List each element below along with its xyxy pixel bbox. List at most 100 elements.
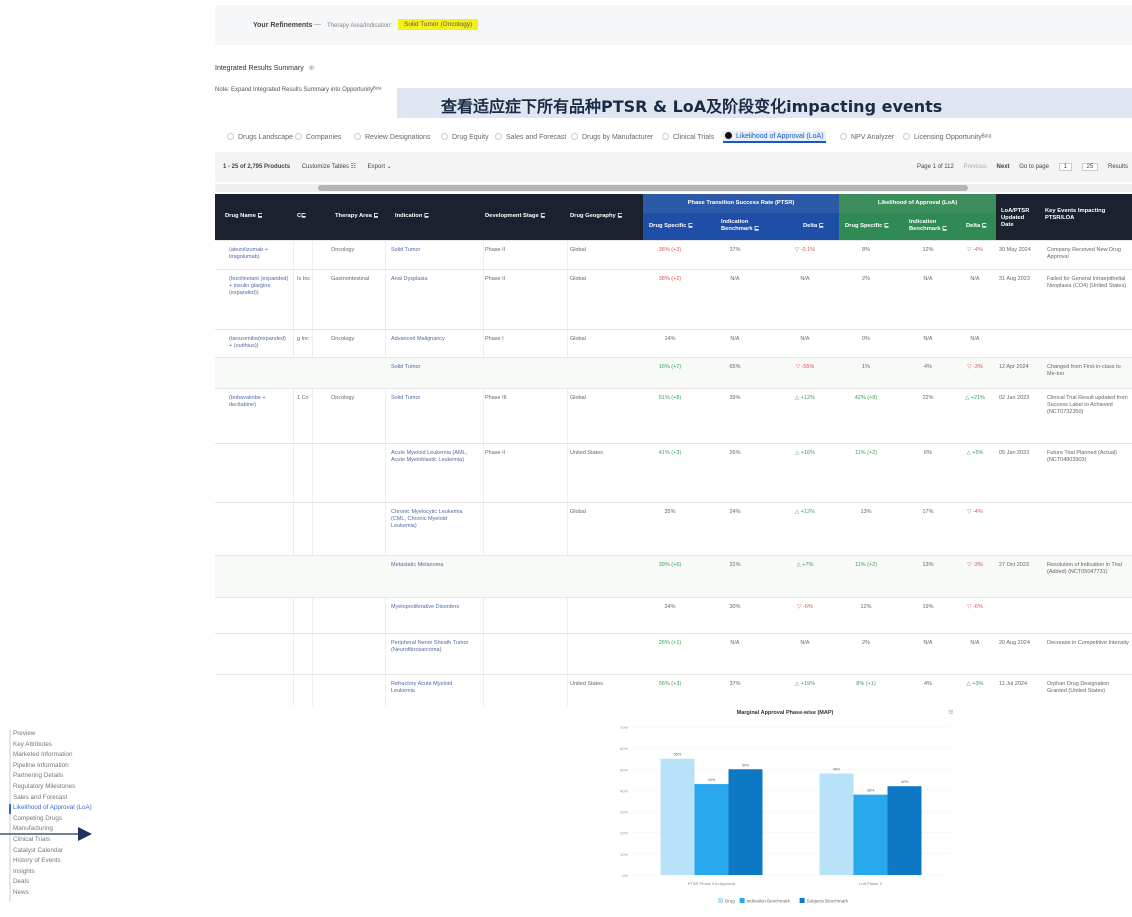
cell-drug[interactable]: (tarozomibe(expanded) + (outthius)) <box>229 336 289 350</box>
cell-indication[interactable]: Anal Dysplasia <box>391 276 471 283</box>
nav-item-insights[interactable]: Insights <box>13 868 35 875</box>
tab-clinical-trials[interactable]: Clinical Trials <box>662 133 714 141</box>
export-button[interactable]: Export ⌄ <box>368 164 392 170</box>
expand-icon[interactable]: ⊕ <box>309 65 315 72</box>
tab-likelihood-of-approval[interactable]: Likelihood of Approval (LoA) <box>723 131 826 143</box>
tab-review-designations[interactable]: Review Designations <box>354 133 430 141</box>
col-indication[interactable]: Indication ⊑ <box>395 213 429 220</box>
bar-subjects-benchmark <box>887 786 922 875</box>
table-row[interactable]: (fezolinetant (expanded) + insulin glarg… <box>215 269 1132 329</box>
goto-page-input[interactable]: 1 <box>1058 163 1072 171</box>
cell-p-bench: 39% <box>729 395 741 401</box>
map-chart: Marginal Approval Phase-wise (MAP) ≡ 70% 60… <box>600 705 970 910</box>
cell-indication[interactable]: Solid Tumor <box>391 395 471 402</box>
cell-l-drug: 42% (+8) <box>854 395 878 401</box>
nav-item-competing-drugs[interactable]: Competing Drugs <box>13 815 62 822</box>
nav-item-regulatory-milestones[interactable]: Regulatory Milestones <box>13 783 75 790</box>
radio-icon <box>227 133 234 140</box>
col-ptsr-indication-benchmark[interactable]: Indication Benchmark ⊑ <box>721 219 761 233</box>
bar-indication-benchmark <box>853 794 888 875</box>
col-loa-indication-benchmark[interactable]: Indication Benchmark ⊑ <box>909 219 949 233</box>
page-indicator: Page 1 of 112 <box>916 164 954 170</box>
refinement-tag[interactable]: Solid Tumor (Oncology) <box>398 19 479 30</box>
nav-item-news[interactable]: News <box>13 889 29 896</box>
cell-indication[interactable]: Solid Tumor <box>391 247 471 254</box>
nav-item-deals[interactable]: Deals <box>13 878 29 885</box>
bar-drug <box>819 773 854 875</box>
cell-date: 27 Oct 2023 <box>999 562 1029 568</box>
table-row[interactable]: Peripheral Nerve Sheath Tumor (Neurofibr… <box>215 633 1132 674</box>
horizontal-scrollbar[interactable] <box>215 184 1132 192</box>
cell-indication[interactable]: Chronic Myelocytic Leukemia (CML, Chroni… <box>391 509 471 530</box>
nav-item-partnering-details[interactable]: Partnering Details <box>13 772 63 779</box>
cell-indication[interactable]: Myeloproliferative Disorders <box>391 604 471 611</box>
tab-companies[interactable]: Companies <box>295 133 341 141</box>
col-ptsr-drug-specific[interactable]: Drug Specific ⊑ <box>649 223 693 230</box>
nav-item-catalyst-calendar[interactable]: Catalyst Calendar <box>13 847 63 854</box>
cell-date: 02 Jan 2023 <box>999 395 1030 401</box>
col-drug-name[interactable]: Drug Name ⊑ <box>225 213 262 220</box>
col-ptsr-delta[interactable]: Delta ⊑ <box>803 223 824 230</box>
cell-l-delta: N/A <box>970 336 980 342</box>
nav-item-history-of-events[interactable]: History of Events <box>13 857 61 864</box>
table-row[interactable]: (tarozomibe(expanded) + (outthius)) g Inc… <box>215 329 1132 357</box>
cell-drug[interactable]: (fezolinetant (expanded) + insulin glarg… <box>229 276 289 297</box>
cell-p-delta: △ +12% <box>795 395 815 401</box>
cell-drug[interactable]: (atezolizumab + tiragolumab) <box>229 247 289 261</box>
col-key-events[interactable]: Key Events Impacting PTSR/LOA <box>1045 208 1125 222</box>
y-tick-label: 0% <box>622 873 628 878</box>
tab-drugs-by-manufacturer[interactable]: Drugs by Manufacturer <box>571 133 653 141</box>
cell-date: 11 Jul 2024 <box>999 681 1028 687</box>
customize-tables-button[interactable]: Customize Tables ☷ <box>302 164 356 170</box>
results-count: 1 - 25 of 2,795 Products <box>223 164 291 170</box>
tab-licensing-opportunity[interactable]: Licensing Opportunityᴮᵉᵗᵃ <box>903 133 991 141</box>
cell-drug[interactable]: (bobavatinbe + decitabine) <box>229 395 289 409</box>
cell-company: 1 Co <box>297 395 309 401</box>
table-row[interactable]: (atezolizumab + tiragolumab) Oncology Soli… <box>215 240 1132 269</box>
nav-item-key-attributes[interactable]: Key Attributes <box>13 741 52 748</box>
table-row[interactable]: (bobavatinbe + decitabine) 1 Co Oncology So… <box>215 388 1132 443</box>
per-page-select[interactable]: 25 <box>1081 163 1099 171</box>
col-loa-updated-date[interactable]: LoA/PTSR Updated Date <box>1001 208 1037 229</box>
cell-event: Failed for General Intraepithelial Neopl… <box>1047 276 1127 289</box>
col-company[interactable]: C⊑ <box>297 213 306 220</box>
cell-l-bench: 17% <box>922 509 934 515</box>
nav-item-pipeline-information[interactable]: Pipeline Information <box>13 762 69 769</box>
nav-item-preview[interactable]: Preview <box>13 730 35 737</box>
nav-item-marketed-information[interactable]: Marketed Information <box>13 751 73 758</box>
table-row[interactable]: Acute Myeloid Leukemia (AML, Acute Myelo… <box>215 443 1132 502</box>
tab-npv-analyzer[interactable]: NPV Analyzer <box>840 133 894 141</box>
tab-drug-equity[interactable]: Drug Equity <box>441 133 489 141</box>
table-row[interactable]: Refractory Acute Myeloid Leukemia United … <box>215 674 1132 706</box>
col-drug-geography[interactable]: Drug Geography ⊑ <box>570 213 622 220</box>
next-button[interactable]: Next <box>997 164 1010 170</box>
previous-button[interactable]: Previous <box>964 164 987 170</box>
table-row[interactable]: Chronic Myelocytic Leukemia (CML, Chroni… <box>215 502 1132 555</box>
radio-icon <box>495 133 502 140</box>
cell-indication[interactable]: Advanced Malignancy <box>391 336 471 343</box>
table-row[interactable]: Myeloproliferative Disorders 24% 30% ▽ -6% 1… <box>215 597 1132 633</box>
cell-indication[interactable]: Acute Myeloid Leukemia (AML, Acute Myelo… <box>391 450 471 464</box>
scrollbar-thumb[interactable] <box>318 185 968 191</box>
results-summary-title[interactable]: Integrated Results Summary ⊕ <box>215 64 315 72</box>
col-development-stage[interactable]: Development Stage ⊑ <box>485 213 545 220</box>
table-row[interactable]: Metastatic Melanoma 39% (+6) 31% △ +7% 11% (… <box>215 555 1132 597</box>
radio-icon <box>441 133 448 140</box>
radio-icon <box>903 133 910 140</box>
nav-item-sales-and-forecast[interactable]: Sales and Forecast <box>13 794 67 801</box>
cell-indication[interactable]: Peripheral Nerve Sheath Tumor (Neurofibr… <box>391 640 471 654</box>
table-row[interactable]: Solid Tumor 16% (+7) 65% ▽ -55% 1% 4% ▽ -3% 12 … <box>215 357 1132 388</box>
col-therapy-area[interactable]: Therapy Area ⊑ <box>335 213 378 220</box>
tab-drugs-landscape[interactable]: Drugs Landscape <box>227 133 293 141</box>
tab-sales-forecast[interactable]: Sales and Forecast <box>495 133 566 141</box>
radio-icon <box>295 133 302 140</box>
cell-indication[interactable]: Solid Tumor <box>391 364 471 371</box>
cell-p-bench: 30% <box>729 604 741 610</box>
cell-indication[interactable]: Refractory Acute Myeloid Leukemia <box>391 681 471 695</box>
cell-geo: Global <box>570 276 586 282</box>
col-loa-delta[interactable]: Delta ⊑ <box>966 223 987 230</box>
col-loa-drug-specific[interactable]: Drug Specific ⊑ <box>845 223 889 230</box>
cell-indication[interactable]: Metastatic Melanoma <box>391 562 471 569</box>
annotation-banner-text: 查看适应症下所有品种PTSR & LoA及阶段变化impacting event… <box>441 97 943 116</box>
nav-item-likelihood-of-approval-loa[interactable]: Likelihood of Approval (LoA) <box>13 804 92 811</box>
